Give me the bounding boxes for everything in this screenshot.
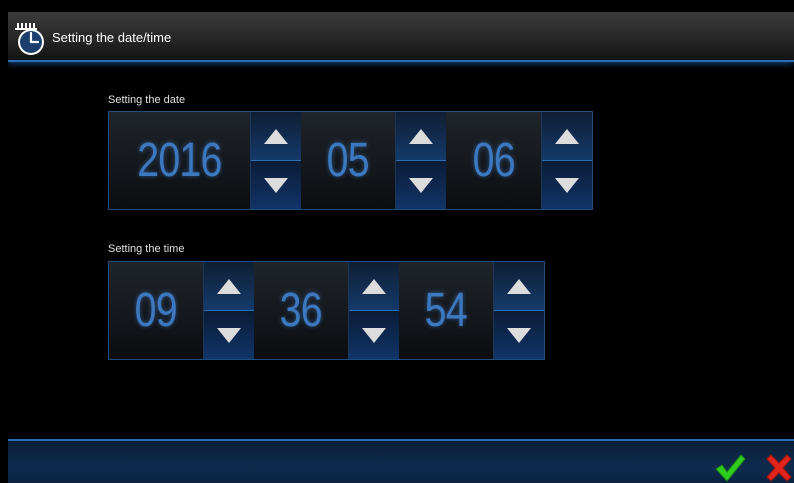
year-arrows [250,112,301,209]
date-section-label: Setting the date [108,94,186,106]
bottom-bar [8,439,794,483]
day-up-button[interactable] [542,112,592,161]
seconds-arrows [494,262,544,359]
date-stepper-row: 2016 05 06 [108,111,593,210]
year-field[interactable]: 2016 [109,112,251,209]
month-field[interactable]: 05 [300,112,397,209]
day-down-button[interactable] [542,161,592,209]
cancel-button[interactable] [764,453,794,483]
day-arrows [542,112,592,209]
minutes-arrows [349,262,399,359]
date-time-dialog: Setting the date/time Setting the date 2… [8,12,794,483]
seconds-down-button[interactable] [494,311,544,359]
minutes-field[interactable]: 36 [254,262,350,359]
seconds-up-button[interactable] [494,262,544,311]
day-value: 06 [472,134,516,187]
checkmark-icon [715,454,746,482]
x-icon [766,454,792,482]
triangle-up-icon [409,128,434,144]
triangle-up-icon [217,278,242,294]
triangle-down-icon [409,177,434,193]
hours-field[interactable]: 09 [109,262,205,359]
month-value: 05 [326,134,370,187]
hours-arrows [204,262,254,359]
minutes-value: 36 [280,284,323,337]
triangle-down-icon [507,327,532,343]
time-stepper-row: 09 36 54 [108,261,545,360]
month-arrows [396,112,447,209]
page-title: Setting the date/time [52,30,172,45]
triangle-up-icon [507,278,532,294]
triangle-down-icon [555,177,580,193]
clock-icon [15,23,44,55]
minutes-up-button[interactable] [349,262,399,311]
ok-button[interactable] [714,453,746,483]
year-value: 2016 [137,134,222,187]
triangle-up-icon [555,128,580,144]
year-down-button[interactable] [250,161,301,209]
triangle-down-icon [263,177,288,193]
year-up-button[interactable] [250,112,301,161]
triangle-up-icon [263,128,288,144]
month-down-button[interactable] [396,161,447,209]
triangle-up-icon [362,278,387,294]
hours-value: 09 [135,284,178,337]
hours-down-button[interactable] [204,311,254,359]
triangle-down-icon [217,327,242,343]
hours-up-button[interactable] [204,262,254,311]
minutes-down-button[interactable] [349,311,399,359]
title-bar: Setting the date/time [8,12,794,62]
month-up-button[interactable] [396,112,447,161]
triangle-down-icon [362,327,387,343]
seconds-field[interactable]: 54 [399,262,495,359]
seconds-value: 54 [425,284,468,337]
day-field[interactable]: 06 [446,112,543,209]
time-section-label: Setting the time [108,243,185,255]
